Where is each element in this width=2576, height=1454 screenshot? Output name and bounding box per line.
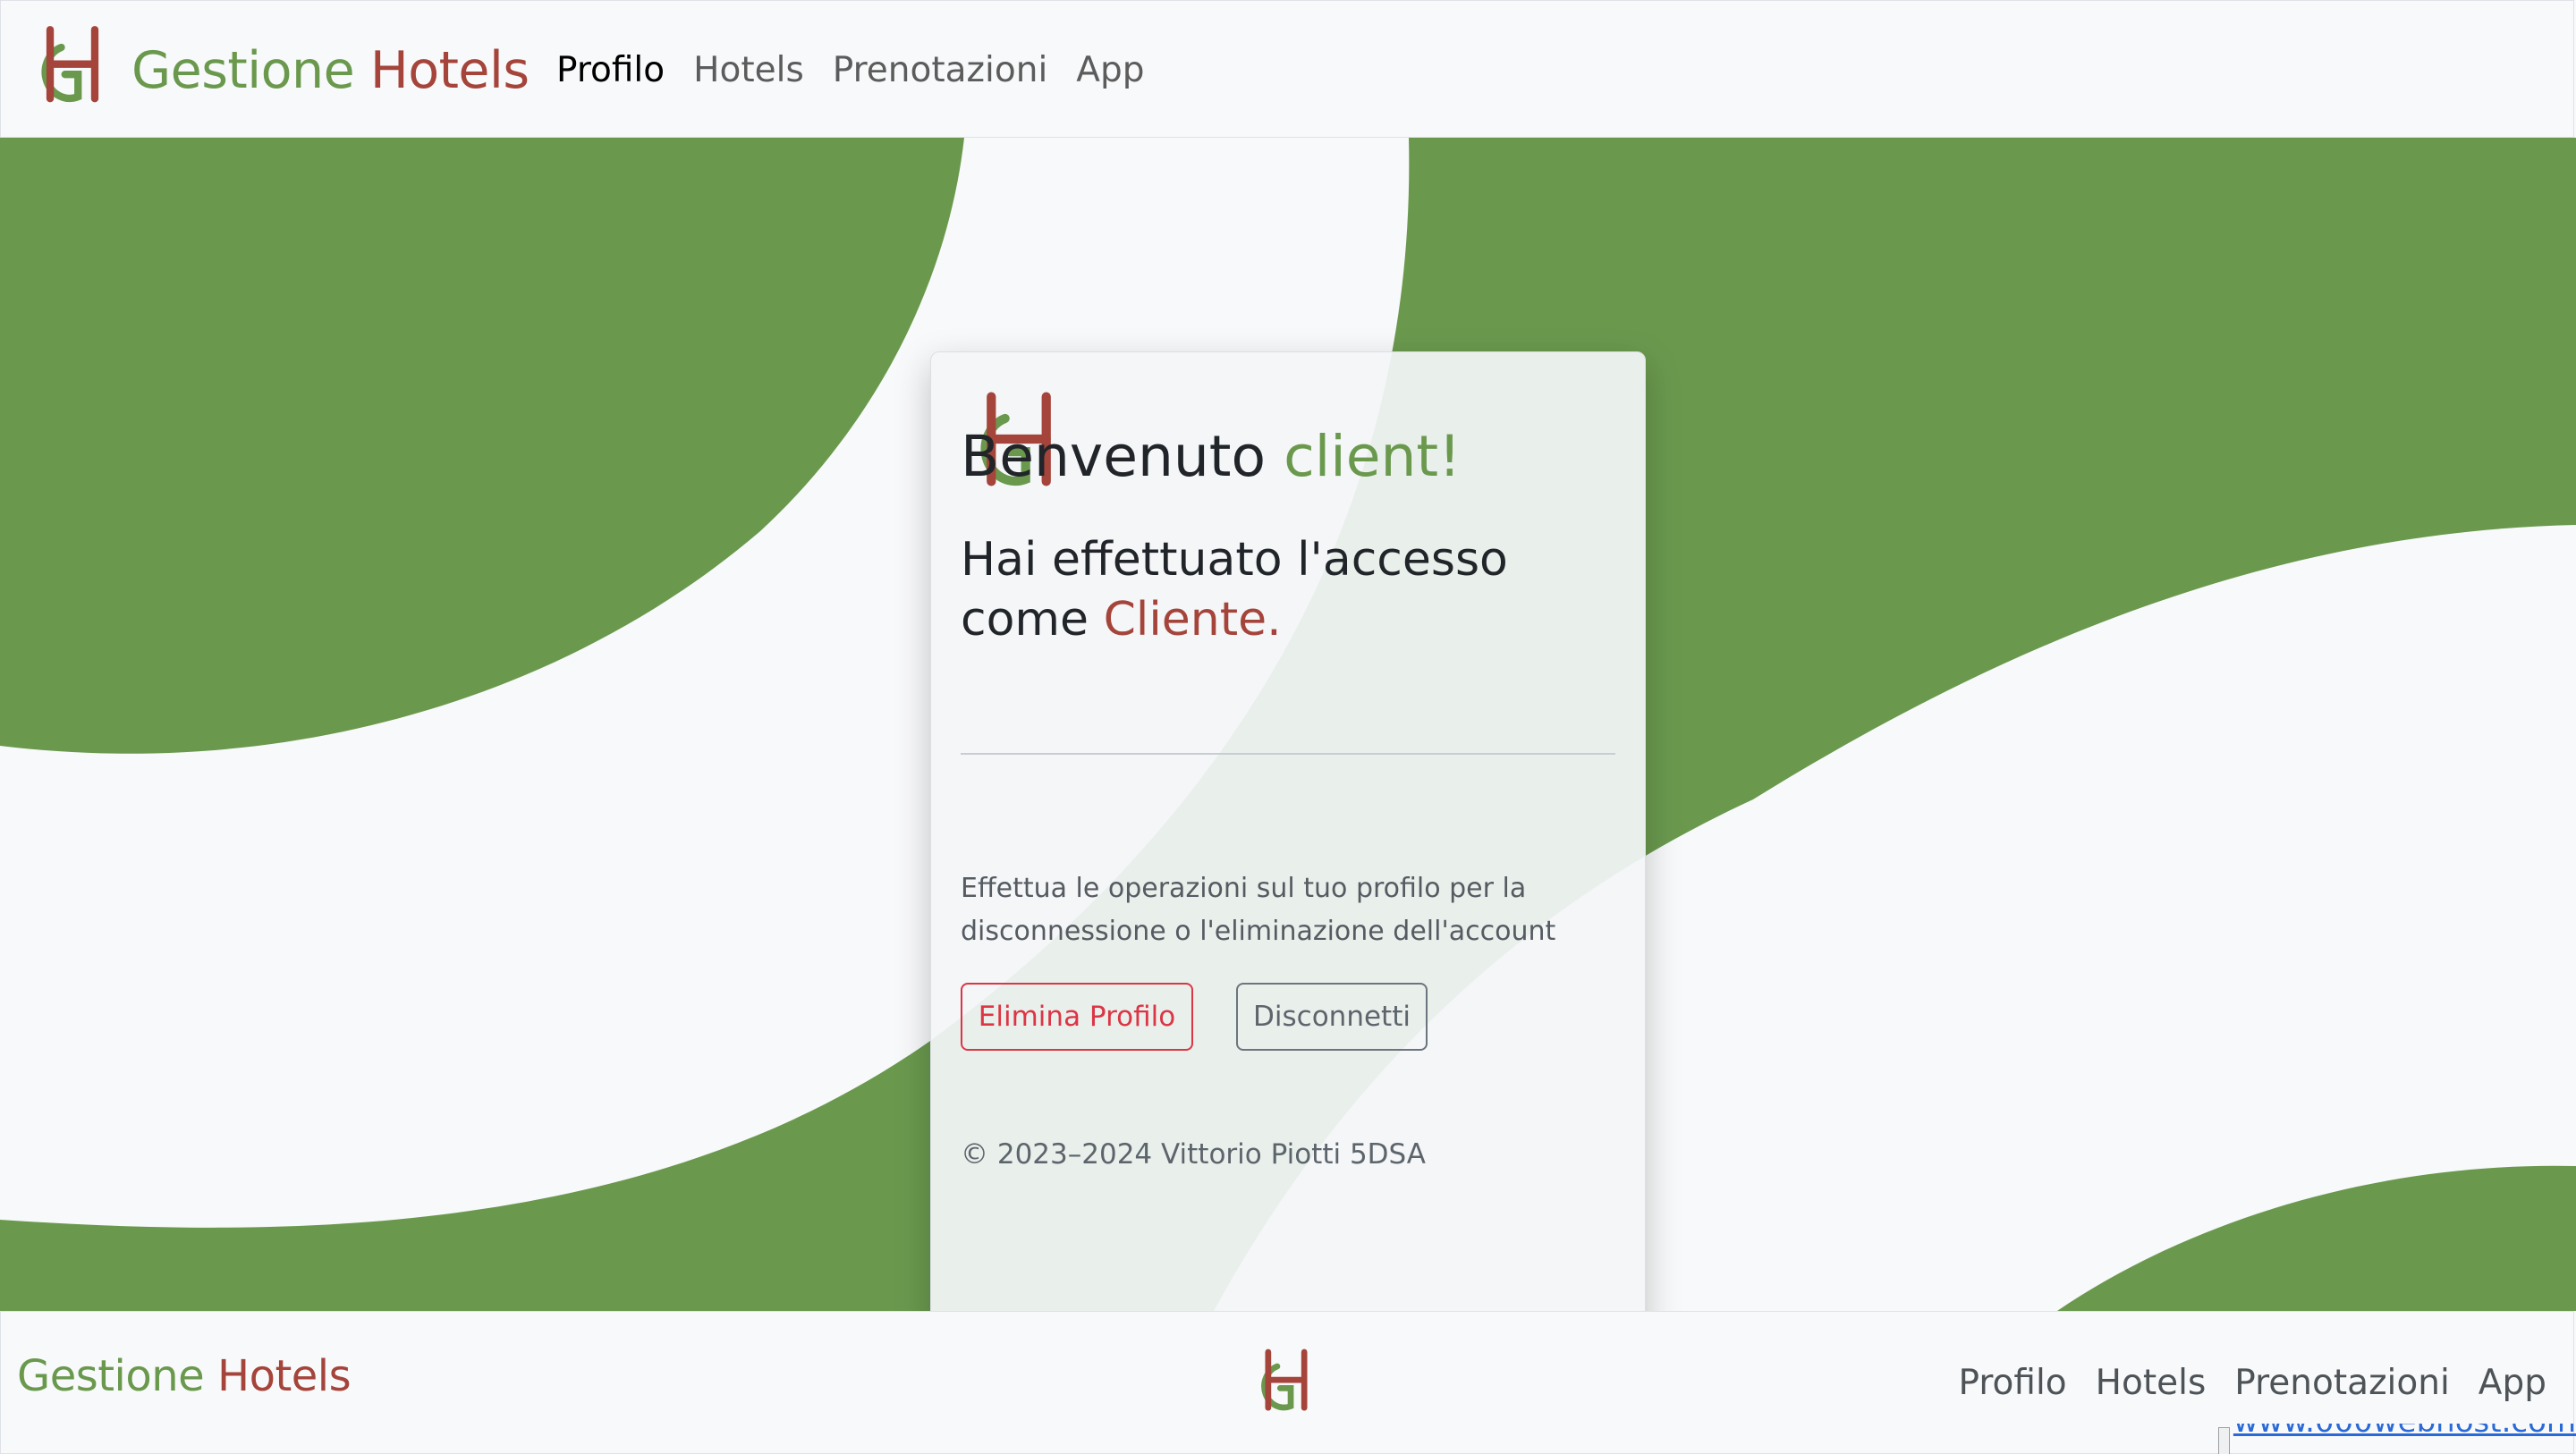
nav-link-hotels[interactable]: Hotels xyxy=(693,44,804,97)
gh-monogram-logo-icon xyxy=(41,26,99,103)
welcome-prefix: Benvenuto xyxy=(961,424,1267,489)
main-section xyxy=(0,138,2576,1311)
logout-button[interactable]: Disconnetti xyxy=(1236,983,1428,1051)
navbar-brand[interactable]: Gestione Hotels xyxy=(26,21,530,121)
footer: Gestione Hotels Profilo Hotels Prenotazi… xyxy=(0,1311,2574,1454)
broken-image-icon xyxy=(2218,1427,2230,1454)
footer-link-hotels[interactable]: Hotels xyxy=(2096,1357,2207,1410)
nav-link-profilo[interactable]: Profilo xyxy=(556,44,665,97)
brand-word-hotels: Hotels xyxy=(369,40,530,100)
role-label: Cliente. xyxy=(1103,593,1282,647)
footer-brand[interactable]: Gestione Hotels xyxy=(17,1351,352,1403)
welcome-username: client! xyxy=(1284,424,1462,489)
footer-brand-word-hotels: Hotels xyxy=(216,1351,352,1401)
webhost-link[interactable]: www.000webhost.com xyxy=(2233,1424,2576,1440)
brand-name: Gestione Hotels xyxy=(131,45,530,97)
page: Gestione Hotels Profilo Hotels Prenotazi… xyxy=(0,0,2576,1454)
card-divider xyxy=(961,753,1615,755)
footer-brand-word-gestione: Gestione xyxy=(17,1351,205,1401)
footer-gh-logo-icon xyxy=(1261,1348,1308,1411)
profile-description: Effettua le operazioni sul tuo profilo p… xyxy=(961,873,1556,947)
delete-profile-button[interactable]: Elimina Profilo xyxy=(961,983,1193,1051)
top-navbar: Gestione Hotels Profilo Hotels Prenotazi… xyxy=(0,0,2574,138)
footer-links: Profilo Hotels Prenotazioni App xyxy=(1959,1357,2546,1410)
footer-link-prenotazioni[interactable]: Prenotazioni xyxy=(2234,1357,2450,1410)
nav-links: Profilo Hotels Prenotazioni App xyxy=(556,44,1144,97)
welcome-heading: Benvenuto client! xyxy=(961,423,1461,491)
brand-word-gestione: Gestione xyxy=(131,40,355,100)
copyright-text: © 2023–2024 Vittorio Piotti 5DSA xyxy=(961,1138,1427,1171)
nav-link-prenotazioni[interactable]: Prenotazioni xyxy=(833,44,1048,97)
access-role-heading: Hai effettuato l'accesso come Cliente. xyxy=(961,530,1623,650)
footer-link-profilo[interactable]: Profilo xyxy=(1959,1357,2067,1410)
webhost-badge[interactable]: www.000webhost.com xyxy=(2218,1424,2576,1454)
nav-link-app[interactable]: App xyxy=(1076,44,1144,97)
footer-link-app[interactable]: App xyxy=(2479,1357,2546,1410)
